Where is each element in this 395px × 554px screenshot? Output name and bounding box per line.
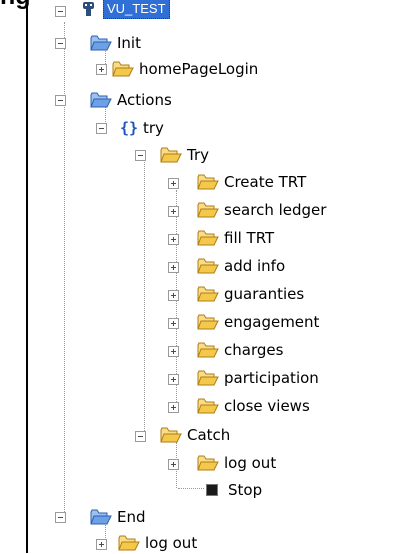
tree-node-end-log-out-label: log out [145,534,198,552]
tree-node-init[interactable]: Init [90,32,141,54]
tree-view[interactable]: VU_TEST Init homePageLogin Actions {} tr… [0,0,395,553]
tree-node-label: charges [224,341,284,359]
actions-expander[interactable] [55,95,66,106]
folder-yellow-icon [197,454,219,472]
end-log-out-expander[interactable] [96,539,107,550]
folder-yellow-icon [160,426,182,444]
connector-line [144,160,145,435]
item-expander[interactable] [168,290,179,301]
folder-yellow-icon [197,229,219,247]
tree-node-end-log-out[interactable]: log out [118,532,197,554]
tree-node-try-block-label: try [143,119,164,137]
open-folder-blue-icon [90,91,112,109]
tree-node-engagement[interactable]: engagement [197,311,319,333]
folder-yellow-icon [160,146,182,164]
home-page-login-expander[interactable] [96,64,107,75]
script-vu-icon [78,0,100,18]
tree-node-create-trt[interactable]: Create TRT [197,171,306,193]
tree-node-actions[interactable]: Actions [90,89,172,111]
tree-node-end-label: End [117,508,146,526]
item-expander[interactable] [168,234,179,245]
tree-node-label: engagement [224,313,320,331]
try-expander[interactable] [135,150,146,161]
tree-node-try[interactable]: Try [160,144,209,166]
end-expander[interactable] [55,512,66,523]
tree-node-label: close views [224,397,310,415]
tree-node-add-info[interactable]: add info [197,255,285,277]
tree-node-participation[interactable]: participation [197,367,319,389]
item-expander[interactable] [168,402,179,413]
folder-yellow-icon [197,341,219,359]
root-expander[interactable] [55,6,66,17]
tree-node-end[interactable]: End [90,506,146,528]
folder-yellow-icon [112,60,134,78]
tree-node-guaranties[interactable]: guaranties [197,283,304,305]
folder-yellow-icon [197,257,219,275]
folder-yellow-icon [197,369,219,387]
curly-braces-icon: {} [119,119,139,137]
tree-node-stop-label: Stop [228,481,263,499]
tree-node-catch-label: Catch [187,426,231,444]
try-block-expander[interactable] [96,123,107,134]
item-expander[interactable] [168,374,179,385]
tree-node-catch[interactable]: Catch [160,424,230,446]
tree-node-init-label: Init [117,34,141,52]
catch-log-out-expander[interactable] [168,459,179,470]
item-expander[interactable] [168,346,179,357]
tree-node-charges[interactable]: charges [197,339,283,361]
item-expander[interactable] [168,206,179,217]
page-heading: ng [0,0,31,9]
tree-node-label: guaranties [224,285,305,303]
folder-yellow-icon [197,397,219,415]
item-expander[interactable] [168,178,179,189]
folder-yellow-icon [197,173,219,191]
folder-yellow-icon [197,201,219,219]
tree-node-actions-label: Actions [117,91,172,109]
open-folder-blue-icon [90,508,112,526]
folder-yellow-icon [197,285,219,303]
init-expander[interactable] [55,38,66,49]
tree-node-label: Create TRT [224,173,307,191]
tree-node-stop[interactable]: Stop [200,479,262,501]
tree-node-home-page-login[interactable]: homePageLogin [112,58,258,80]
tree-node-search-ledger[interactable]: search ledger [197,199,326,221]
tree-node-label: search ledger [224,201,327,219]
tree-node-home-page-login-label: homePageLogin [139,60,259,78]
tree-node-fill-trt[interactable]: fill TRT [197,227,274,249]
tree-node-try-block[interactable]: {} try [118,117,164,139]
tree-node-catch-log-out[interactable]: log out [197,452,276,474]
stop-square-icon [206,484,218,496]
tree-node-root[interactable]: VU_TEST [78,0,170,20]
tree-node-label: participation [224,369,319,387]
tree-node-catch-log-out-label: log out [224,454,277,472]
tree-node-try-label: Try [187,146,210,164]
catch-expander[interactable] [135,431,146,442]
tree-node-root-label: VU_TEST [103,0,170,19]
open-folder-blue-icon [90,34,112,52]
tree-node-close-views[interactable]: close views [197,395,310,417]
item-expander[interactable] [168,318,179,329]
item-expander[interactable] [168,262,179,273]
folder-yellow-icon [197,313,219,331]
folder-yellow-icon [118,534,140,552]
tree-node-label: fill TRT [224,229,275,247]
tree-node-label: add info [224,257,286,275]
